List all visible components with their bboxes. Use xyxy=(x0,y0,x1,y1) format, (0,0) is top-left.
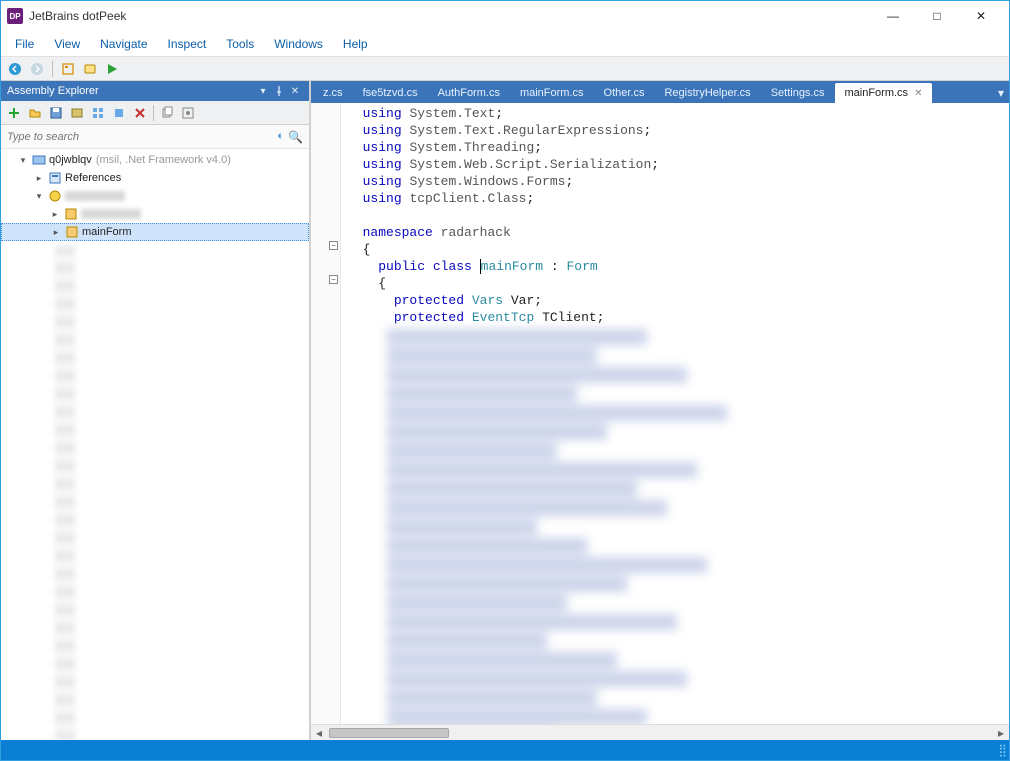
redacted-region xyxy=(55,245,75,740)
tab-z[interactable]: z.cs xyxy=(313,83,353,103)
nav-back-button[interactable] xyxy=(5,59,25,79)
panel-options-icon[interactable]: ▾ xyxy=(255,83,271,99)
references-icon xyxy=(47,170,63,186)
panel-header[interactable]: Assembly Explorer ▾ ✕ xyxy=(1,81,309,101)
copy-button[interactable] xyxy=(157,103,177,123)
menu-inspect[interactable]: Inspect xyxy=(158,34,217,54)
resize-grip-icon[interactable]: ⣿ xyxy=(998,743,1005,757)
menu-view[interactable]: View xyxy=(44,34,90,54)
properties-button[interactable] xyxy=(58,59,78,79)
assembly-tree[interactable]: ▾ q0jwblqv (msil, .Net Framework v4.0) ▸… xyxy=(1,149,309,740)
tabs-dropdown-icon[interactable]: ▾ xyxy=(993,83,1009,103)
panel-toolbar-separator xyxy=(153,105,154,121)
code-area[interactable]: using System.Text; using System.Text.Reg… xyxy=(341,103,1009,724)
open-folder-button[interactable] xyxy=(25,103,45,123)
gutter[interactable]: − − xyxy=(311,103,341,724)
minimize-button[interactable]: — xyxy=(871,2,915,30)
tree-references-node[interactable]: ▸ References xyxy=(1,169,309,187)
tab-close-icon[interactable]: ✕ xyxy=(914,88,922,99)
assembly-explorer-panel: Assembly Explorer ▾ ✕ xyxy=(1,81,311,740)
assembly-icon xyxy=(31,152,47,168)
tab-authform[interactable]: AuthForm.cs xyxy=(428,83,510,103)
editor-panel: z.cs fse5tzvd.cs AuthForm.cs mainForm.cs… xyxy=(311,81,1009,740)
tree-label: mainForm xyxy=(82,226,132,238)
class-icon xyxy=(64,224,80,240)
run-button[interactable] xyxy=(102,59,122,79)
tab-fse5tzvd[interactable]: fse5tzvd.cs xyxy=(353,83,428,103)
statusbar: ⣿ xyxy=(1,740,1009,760)
menubar: File View Navigate Inspect Tools Windows… xyxy=(1,31,1009,57)
namespace-icon xyxy=(47,188,63,204)
tab-registryhelper[interactable]: RegistryHelper.cs xyxy=(654,83,760,103)
toolbar-separator xyxy=(52,61,53,77)
search-input[interactable] xyxy=(7,131,277,143)
search-options-icon[interactable]: ◐ xyxy=(277,130,284,144)
tab-other[interactable]: Other.cs xyxy=(594,83,655,103)
window-title: JetBrains dotPeek xyxy=(29,9,871,23)
tab-mainform-1[interactable]: mainForm.cs xyxy=(510,83,594,103)
add-assembly-button[interactable] xyxy=(4,103,24,123)
redacted-label xyxy=(81,209,141,219)
save-list-button[interactable] xyxy=(46,103,66,123)
fold-toggle[interactable]: − xyxy=(329,275,338,284)
tab-mainform-active[interactable]: mainForm.cs ✕ xyxy=(835,83,933,103)
tree-namespace-node[interactable]: ▾ xyxy=(1,187,309,205)
scroll-left-icon[interactable]: ◂ xyxy=(311,726,327,740)
main-toolbar xyxy=(1,57,1009,81)
scroll-right-icon[interactable]: ▸ xyxy=(993,726,1009,740)
nav-forward-button[interactable] xyxy=(27,59,47,79)
pdb-button[interactable] xyxy=(178,103,198,123)
redacted-label xyxy=(65,191,125,201)
fold-toggle[interactable]: − xyxy=(329,241,338,250)
tree-meta: (msil, .Net Framework v4.0) xyxy=(96,154,231,166)
titlebar: DP JetBrains dotPeek — □ ✕ xyxy=(1,1,1009,31)
expand-icon[interactable]: ▸ xyxy=(50,226,62,238)
show-class-button[interactable] xyxy=(80,59,100,79)
expand-icon[interactable]: ▾ xyxy=(33,190,45,202)
tree-class-node[interactable]: ▸ xyxy=(1,205,309,223)
remove-button[interactable] xyxy=(130,103,150,123)
panel-toolbar xyxy=(1,101,309,125)
panel-pin-icon[interactable] xyxy=(271,83,287,99)
menu-file[interactable]: File xyxy=(5,34,44,54)
editor-tabs: z.cs fse5tzvd.cs AuthForm.cs mainForm.cs… xyxy=(311,81,1009,103)
collapse-all-button[interactable] xyxy=(109,103,129,123)
tab-settings[interactable]: Settings.cs xyxy=(761,83,835,103)
tree-assembly-node[interactable]: ▾ q0jwblqv (msil, .Net Framework v4.0) xyxy=(1,151,309,169)
tree-label: References xyxy=(65,172,121,184)
scroll-thumb[interactable] xyxy=(329,728,449,738)
maximize-button[interactable]: □ xyxy=(915,2,959,30)
menu-tools[interactable]: Tools xyxy=(216,34,264,54)
editor-body: − − using System.Text; using System.Text… xyxy=(311,103,1009,724)
menu-windows[interactable]: Windows xyxy=(264,34,333,54)
expand-icon[interactable]: ▾ xyxy=(17,154,29,166)
app-icon: DP xyxy=(7,8,23,24)
menu-help[interactable]: Help xyxy=(333,34,378,54)
expand-icon[interactable]: ▸ xyxy=(49,208,61,220)
menu-navigate[interactable]: Navigate xyxy=(90,34,157,54)
expand-icon[interactable]: ▸ xyxy=(33,172,45,184)
gac-button[interactable] xyxy=(67,103,87,123)
search-icon[interactable]: 🔍 xyxy=(288,130,303,144)
panel-close-icon[interactable]: ✕ xyxy=(287,83,303,99)
horizontal-scrollbar[interactable]: ◂ ▸ xyxy=(311,724,1009,740)
panel-title: Assembly Explorer xyxy=(7,85,255,97)
tree-mainform-node[interactable]: ▸ mainForm xyxy=(1,223,309,241)
search-row: ◐ 🔍 xyxy=(1,125,309,149)
tab-label: mainForm.cs xyxy=(845,87,909,99)
class-icon xyxy=(63,206,79,222)
close-button[interactable]: ✕ xyxy=(959,2,1003,30)
tree-label: q0jwblqv xyxy=(49,154,92,166)
expand-all-button[interactable] xyxy=(88,103,108,123)
